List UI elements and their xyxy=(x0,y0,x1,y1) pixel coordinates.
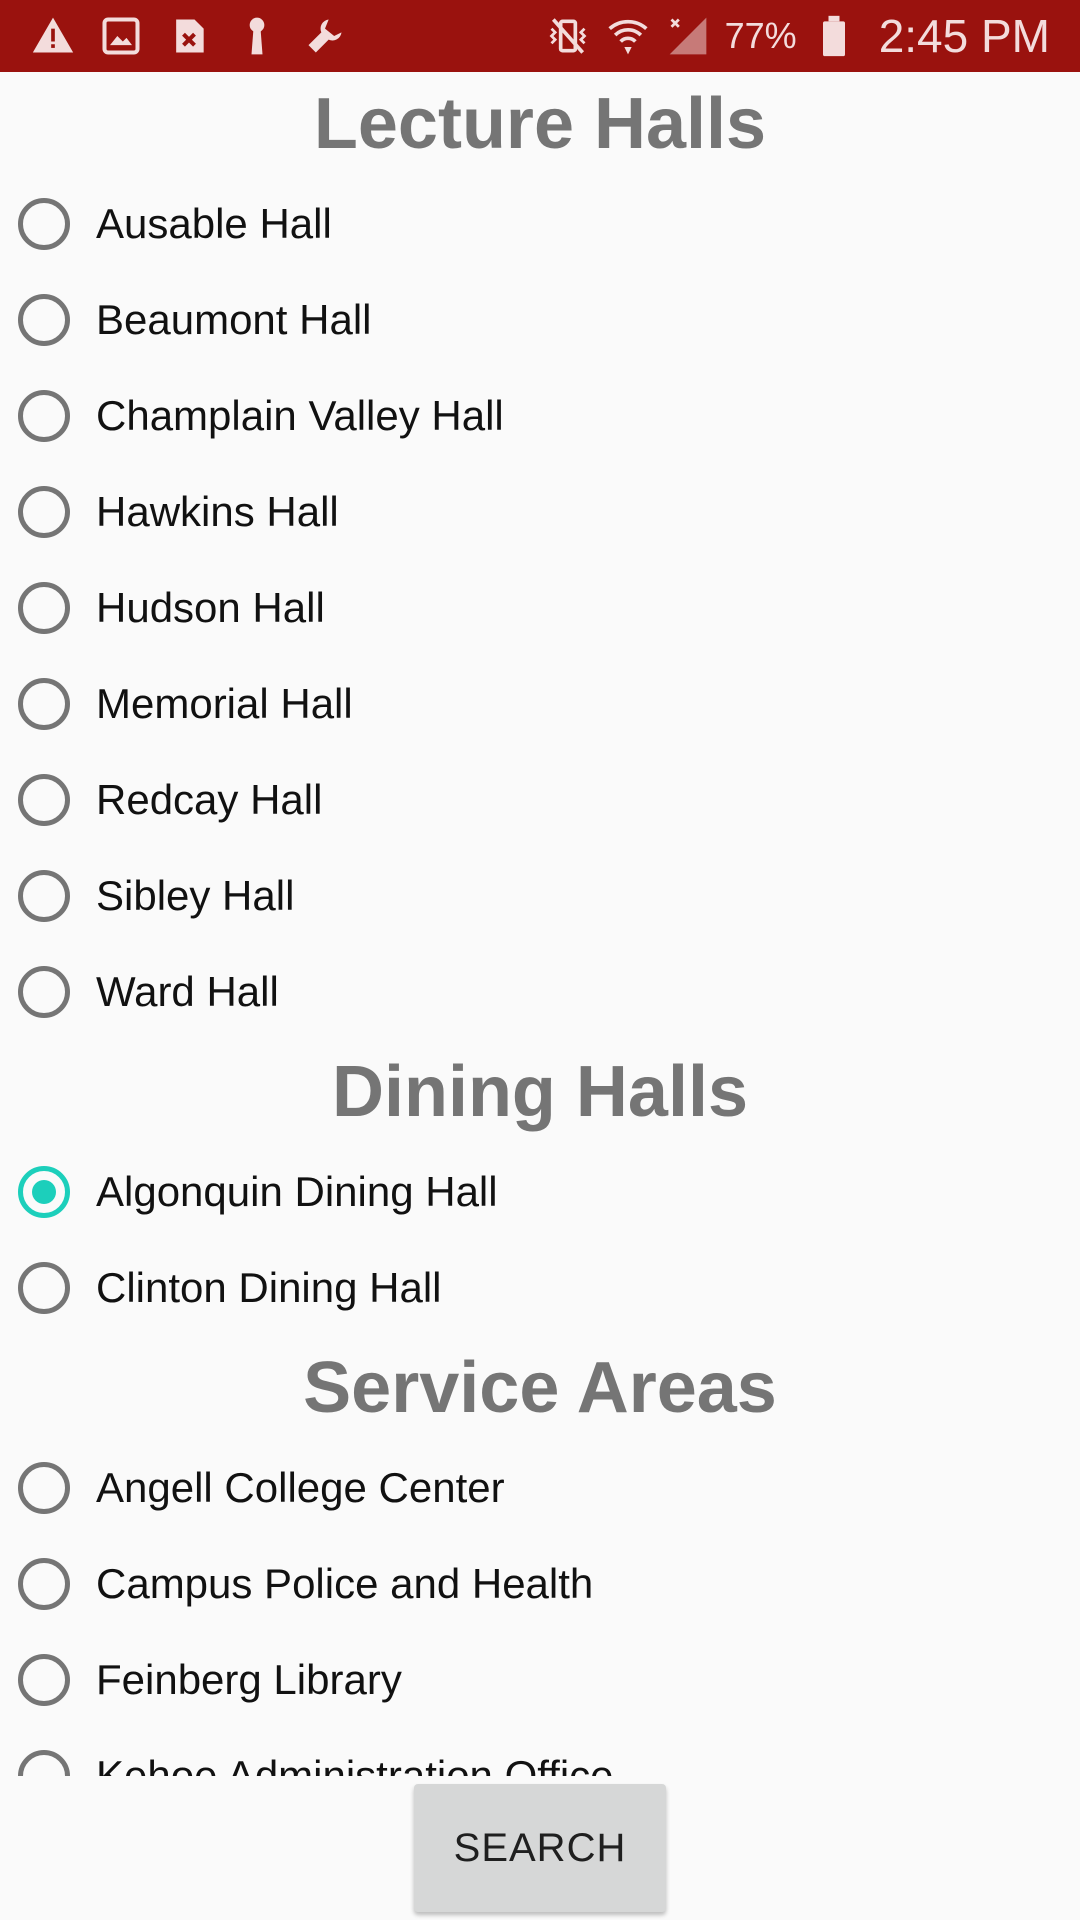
radio-label: Sibley Hall xyxy=(96,872,295,919)
key-icon xyxy=(234,13,280,59)
radio-label: Beaumont Hall xyxy=(96,296,372,343)
radio-button[interactable] xyxy=(18,1462,70,1514)
radio-option-kehoe-administration-office[interactable]: Kehoe Administration Office xyxy=(0,1728,1080,1776)
radio-label: Angell College Center xyxy=(96,1464,505,1511)
radio-button[interactable] xyxy=(18,390,70,442)
signal-icon xyxy=(665,13,711,59)
radio-button[interactable] xyxy=(18,966,70,1018)
sim-error-icon xyxy=(166,13,212,59)
radio-label: Ward Hall xyxy=(96,968,279,1015)
radio-option-algonquin-dining-hall[interactable]: Algonquin Dining Hall xyxy=(0,1144,1080,1240)
radio-option-angell-college-center[interactable]: Angell College Center xyxy=(0,1440,1080,1536)
radio-button[interactable] xyxy=(18,678,70,730)
radio-button-selected[interactable] xyxy=(18,1166,70,1218)
status-bar: 77% 2:45 PM xyxy=(0,0,1080,72)
radio-option-clinton-dining-hall[interactable]: Clinton Dining Hall xyxy=(0,1240,1080,1336)
radio-option-memorial-hall[interactable]: Memorial Hall xyxy=(0,656,1080,752)
radio-option-ausable-hall[interactable]: Ausable Hall xyxy=(0,176,1080,272)
image-icon xyxy=(98,13,144,59)
radio-button[interactable] xyxy=(18,582,70,634)
radio-label: Feinberg Library xyxy=(96,1656,402,1703)
section-title-lecture-halls: Lecture Halls xyxy=(313,84,767,164)
radio-button[interactable] xyxy=(18,1654,70,1706)
radio-button[interactable] xyxy=(18,294,70,346)
radio-option-beaumont-hall[interactable]: Beaumont Hall xyxy=(0,272,1080,368)
radio-option-hawkins-hall[interactable]: Hawkins Hall xyxy=(0,464,1080,560)
section-title-service-areas: Service Areas xyxy=(303,1348,777,1428)
radio-button[interactable] xyxy=(18,486,70,538)
radio-label: Campus Police and Health xyxy=(96,1560,594,1607)
bottom-bar: SEARCH xyxy=(0,1776,1080,1920)
vibrate-off-icon xyxy=(545,13,591,59)
radio-label: Ausable Hall xyxy=(96,200,332,247)
radio-option-redcay-hall[interactable]: Redcay Hall xyxy=(0,752,1080,848)
radio-label: Redcay Hall xyxy=(96,776,323,823)
radio-label: Hawkins Hall xyxy=(96,488,339,535)
clock: 2:45 PM xyxy=(878,10,1050,62)
radio-option-champlain-valley-hall[interactable]: Champlain Valley Hall xyxy=(0,368,1080,464)
battery-percent: 77% xyxy=(724,15,797,56)
radio-button[interactable] xyxy=(18,1558,70,1610)
radio-button[interactable] xyxy=(18,774,70,826)
search-button[interactable]: SEARCH xyxy=(414,1784,666,1912)
radio-label: Hudson Hall xyxy=(96,584,325,631)
location-list[interactable]: Lecture Halls Ausable Hall Beaumont Hall… xyxy=(0,72,1080,1776)
radio-label: Kehoe Administration Office xyxy=(96,1752,614,1776)
radio-button[interactable] xyxy=(18,198,70,250)
radio-option-sibley-hall[interactable]: Sibley Hall xyxy=(0,848,1080,944)
radio-button[interactable] xyxy=(18,870,70,922)
radio-option-campus-police-and-health[interactable]: Campus Police and Health xyxy=(0,1536,1080,1632)
wifi-icon xyxy=(605,13,651,59)
radio-label: Clinton Dining Hall xyxy=(96,1264,442,1311)
radio-button[interactable] xyxy=(18,1750,70,1776)
radio-label: Memorial Hall xyxy=(96,680,353,727)
radio-option-feinberg-library[interactable]: Feinberg Library xyxy=(0,1632,1080,1728)
radio-label: Algonquin Dining Hall xyxy=(96,1168,498,1215)
radio-button[interactable] xyxy=(18,1262,70,1314)
radio-option-hudson-hall[interactable]: Hudson Hall xyxy=(0,560,1080,656)
warning-icon xyxy=(30,13,76,59)
radio-label: Champlain Valley Hall xyxy=(96,392,504,439)
battery-icon xyxy=(811,13,857,59)
radio-option-ward-hall[interactable]: Ward Hall xyxy=(0,944,1080,1040)
wrench-icon xyxy=(302,13,348,59)
section-title-dining-halls: Dining Halls xyxy=(331,1052,749,1132)
